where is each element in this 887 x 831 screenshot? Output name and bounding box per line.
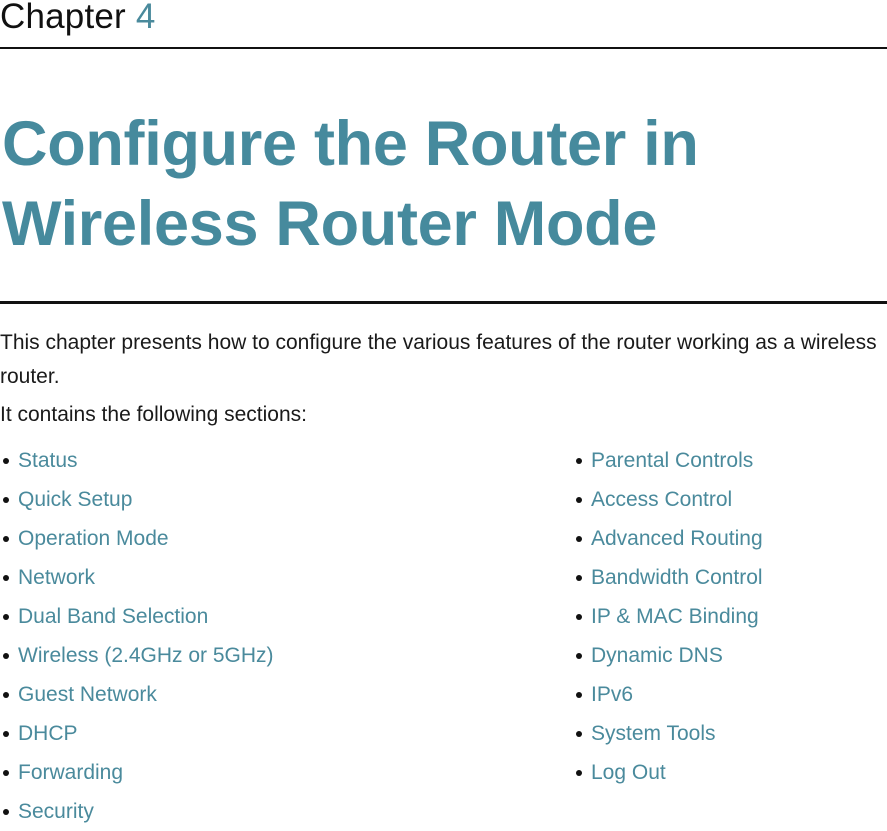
sections-list-right: Parental Controls Access Control Advance… — [573, 441, 763, 792]
section-link-operation-mode[interactable]: Operation Mode — [18, 519, 169, 558]
sections-intro: It contains the following sections: — [0, 403, 308, 426]
list-item: Access Control — [573, 480, 763, 519]
list-item: Bandwidth Control — [573, 558, 763, 597]
list-item: Advanced Routing — [573, 519, 763, 558]
list-item: Parental Controls — [573, 441, 763, 480]
list-item: Dynamic DNS — [573, 636, 763, 675]
sections-list-left: Status Quick Setup Operation Mode Networ… — [0, 441, 274, 831]
section-link-guest-network[interactable]: Guest Network — [18, 675, 157, 714]
list-item: Guest Network — [0, 675, 274, 714]
section-link-wireless[interactable]: Wireless (2.4GHz or 5GHz) — [18, 636, 274, 675]
section-link-quick-setup[interactable]: Quick Setup — [18, 480, 132, 519]
bullet-icon — [576, 730, 582, 737]
list-item: DHCP — [0, 714, 274, 753]
section-link-advanced-routing[interactable]: Advanced Routing — [591, 519, 763, 558]
chapter-heading: Chapter 4 — [0, 0, 156, 37]
bullet-icon — [3, 808, 9, 815]
bullet-icon — [576, 769, 582, 776]
section-link-status[interactable]: Status — [18, 441, 78, 480]
list-item: Operation Mode — [0, 519, 274, 558]
bullet-icon — [3, 730, 9, 737]
section-link-dhcp[interactable]: DHCP — [18, 714, 78, 753]
list-item: Log Out — [573, 753, 763, 792]
list-item: Network — [0, 558, 274, 597]
section-link-forwarding[interactable]: Forwarding — [18, 753, 123, 792]
list-item: Forwarding — [0, 753, 274, 792]
bullet-icon — [576, 496, 582, 503]
section-link-bandwidth-control[interactable]: Bandwidth Control — [591, 558, 763, 597]
section-link-system-tools[interactable]: System Tools — [591, 714, 716, 753]
list-item: System Tools — [573, 714, 763, 753]
list-item: Dual Band Selection — [0, 597, 274, 636]
section-link-network[interactable]: Network — [18, 558, 95, 597]
bullet-icon — [3, 535, 9, 542]
bullet-icon — [3, 496, 9, 503]
section-link-log-out[interactable]: Log Out — [591, 753, 666, 792]
section-link-dynamic-dns[interactable]: Dynamic DNS — [591, 636, 723, 675]
section-link-access-control[interactable]: Access Control — [591, 480, 732, 519]
section-link-dual-band-selection[interactable]: Dual Band Selection — [18, 597, 208, 636]
page-title: Configure the Router in Wireless Router … — [2, 109, 699, 259]
chapter-label: Chapter — [0, 0, 126, 36]
bullet-icon — [576, 535, 582, 542]
list-item: Security — [0, 792, 274, 831]
section-link-ip-mac-binding[interactable]: IP & MAC Binding — [591, 597, 759, 636]
bullet-icon — [576, 613, 582, 620]
bullet-icon — [576, 691, 582, 698]
bullet-icon — [3, 613, 9, 620]
title-divider — [0, 301, 887, 304]
bullet-icon — [576, 652, 582, 659]
list-item: IP & MAC Binding — [573, 597, 763, 636]
bullet-icon — [576, 574, 582, 581]
bullet-icon — [576, 457, 582, 464]
bullet-icon — [3, 691, 9, 698]
bullet-icon — [3, 769, 9, 776]
list-item: Quick Setup — [0, 480, 274, 519]
chapter-divider — [0, 47, 887, 49]
list-item: Wireless (2.4GHz or 5GHz) — [0, 636, 274, 675]
section-link-parental-controls[interactable]: Parental Controls — [591, 441, 753, 480]
list-item: Status — [0, 441, 274, 480]
bullet-icon — [3, 652, 9, 659]
chapter-number: 4 — [135, 0, 156, 36]
section-link-ipv6[interactable]: IPv6 — [591, 675, 633, 714]
bullet-icon — [3, 574, 9, 581]
section-link-security[interactable]: Security — [18, 792, 94, 831]
bullet-icon — [3, 457, 9, 464]
list-item: IPv6 — [573, 675, 763, 714]
intro-paragraph: This chapter presents how to configure t… — [0, 331, 877, 388]
